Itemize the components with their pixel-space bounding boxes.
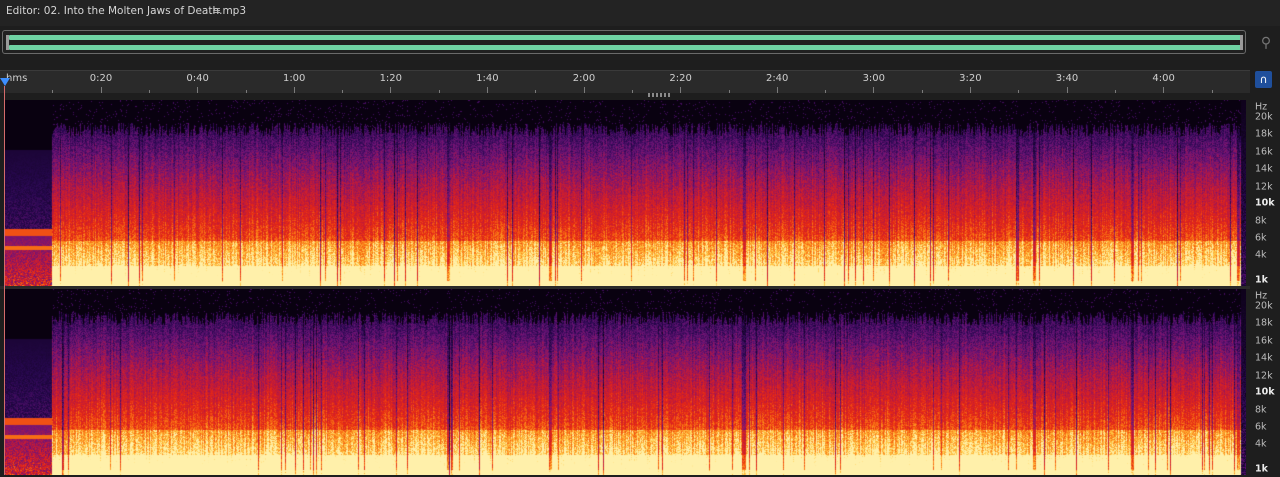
- ruler-tick: [1114, 90, 1116, 93]
- frequency-label: 12k: [1255, 181, 1273, 193]
- ruler-tick: [52, 90, 54, 93]
- frequency-label: 4k: [1255, 438, 1267, 450]
- frequency-label: 10k: [1255, 386, 1275, 398]
- ruler-label: 0:40: [186, 73, 209, 84]
- ruler-tick: [245, 90, 247, 93]
- frequency-label: 1k: [1255, 274, 1268, 286]
- hamburger-menu-icon[interactable]: ≡: [212, 4, 221, 17]
- ruler-tick: [487, 87, 488, 93]
- frequency-label: 12k: [1255, 370, 1273, 382]
- ruler-tick: [873, 87, 875, 93]
- frequency-scale-right: Hz 20k 18k 16k 14k 12k 10k 8k 6k 4k 1k: [1250, 289, 1280, 475]
- ruler-label: 3:20: [959, 73, 982, 84]
- frequency-label: 20k: [1255, 111, 1273, 123]
- frequency-label: 14k: [1255, 163, 1273, 175]
- ruler-tick: [1211, 90, 1213, 93]
- playhead-line: [4, 86, 5, 475]
- time-ruler[interactable]: hms 0:20 0:40 1:00 1:20 1:40 2:00 2:20 2:40 3:00…: [0, 70, 1250, 93]
- ruler-tick: [970, 87, 971, 93]
- ruler-tick: [148, 90, 150, 93]
- spectrogram-canvas-right: [4, 289, 1246, 475]
- ruler-tick: [776, 87, 778, 93]
- panel-divider-grip[interactable]: [648, 93, 670, 97]
- frequency-label: 18k: [1255, 317, 1273, 329]
- ruler-label: 3:40: [1055, 73, 1079, 84]
- ruler-tick: [728, 90, 730, 93]
- playhead-marker[interactable]: [0, 78, 10, 86]
- ruler-label: 1:00: [282, 73, 306, 84]
- ruler-tick: [825, 90, 827, 93]
- frequency-label: 4k: [1255, 249, 1267, 261]
- ruler-label: 2:20: [669, 73, 692, 84]
- snap-magnet-button[interactable]: ∩: [1255, 71, 1272, 88]
- ruler-tick: [293, 87, 295, 93]
- overview-navigator[interactable]: [0, 28, 1250, 58]
- ruler-label: 0:20: [89, 73, 113, 84]
- ruler-tick: [921, 90, 923, 93]
- frequency-label: 1k: [1255, 463, 1268, 475]
- ruler-tick: [390, 87, 392, 93]
- ruler-tick: [197, 87, 199, 93]
- frequency-scale-left: Hz 20k 18k 16k 14k 12k 10k 8k 6k 4k 1k: [1250, 100, 1280, 286]
- ruler-tick: [631, 90, 633, 93]
- frequency-label: 16k: [1255, 146, 1273, 158]
- ruler-label: 4:00: [1152, 73, 1175, 84]
- ruler-tick: [1163, 87, 1165, 93]
- editor-header: Editor: 02. Into the Molten Jaws of Deat…: [0, 0, 1280, 26]
- overview-left-handle[interactable]: [6, 35, 9, 50]
- ruler-label: 2:00: [572, 73, 596, 84]
- ruler-label: 3:00: [862, 73, 886, 84]
- spectrogram-canvas-left: [4, 100, 1246, 286]
- overview-waveform-right: [9, 45, 1241, 50]
- frequency-label: 20k: [1255, 300, 1273, 312]
- ruler-label: 1:20: [379, 73, 403, 84]
- ruler-tick: [535, 90, 537, 93]
- ruler-label: 2:40: [765, 73, 789, 84]
- frequency-label: 14k: [1255, 352, 1273, 364]
- overview-right-handle[interactable]: [1240, 35, 1243, 50]
- editor-title: Editor: 02. Into the Molten Jaws of Deat…: [6, 5, 247, 17]
- overview-frame[interactable]: [2, 30, 1246, 54]
- zoom-icon[interactable]: ⚲: [1257, 34, 1275, 52]
- frequency-label: 8k: [1255, 404, 1267, 416]
- ruler-tick: [342, 90, 344, 93]
- ruler-tick: [680, 87, 682, 93]
- ruler-label: 1:40: [476, 73, 499, 84]
- frequency-label: 8k: [1255, 215, 1267, 227]
- overview-waveform-left: [9, 35, 1241, 40]
- ruler-tick: [583, 87, 585, 93]
- ruler-tick: [1018, 90, 1020, 93]
- frequency-label: 16k: [1255, 335, 1273, 347]
- spectrogram-channel-left[interactable]: [4, 100, 1246, 286]
- frequency-label: 18k: [1255, 128, 1273, 140]
- frequency-label: 6k: [1255, 421, 1267, 433]
- spectrogram-channel-right[interactable]: [4, 289, 1246, 475]
- ruler-tick: [1066, 87, 1068, 93]
- frequency-label: 6k: [1255, 232, 1267, 244]
- ruler-tick: [438, 90, 440, 93]
- frequency-label: 10k: [1255, 197, 1275, 209]
- ruler-tick: [100, 87, 102, 93]
